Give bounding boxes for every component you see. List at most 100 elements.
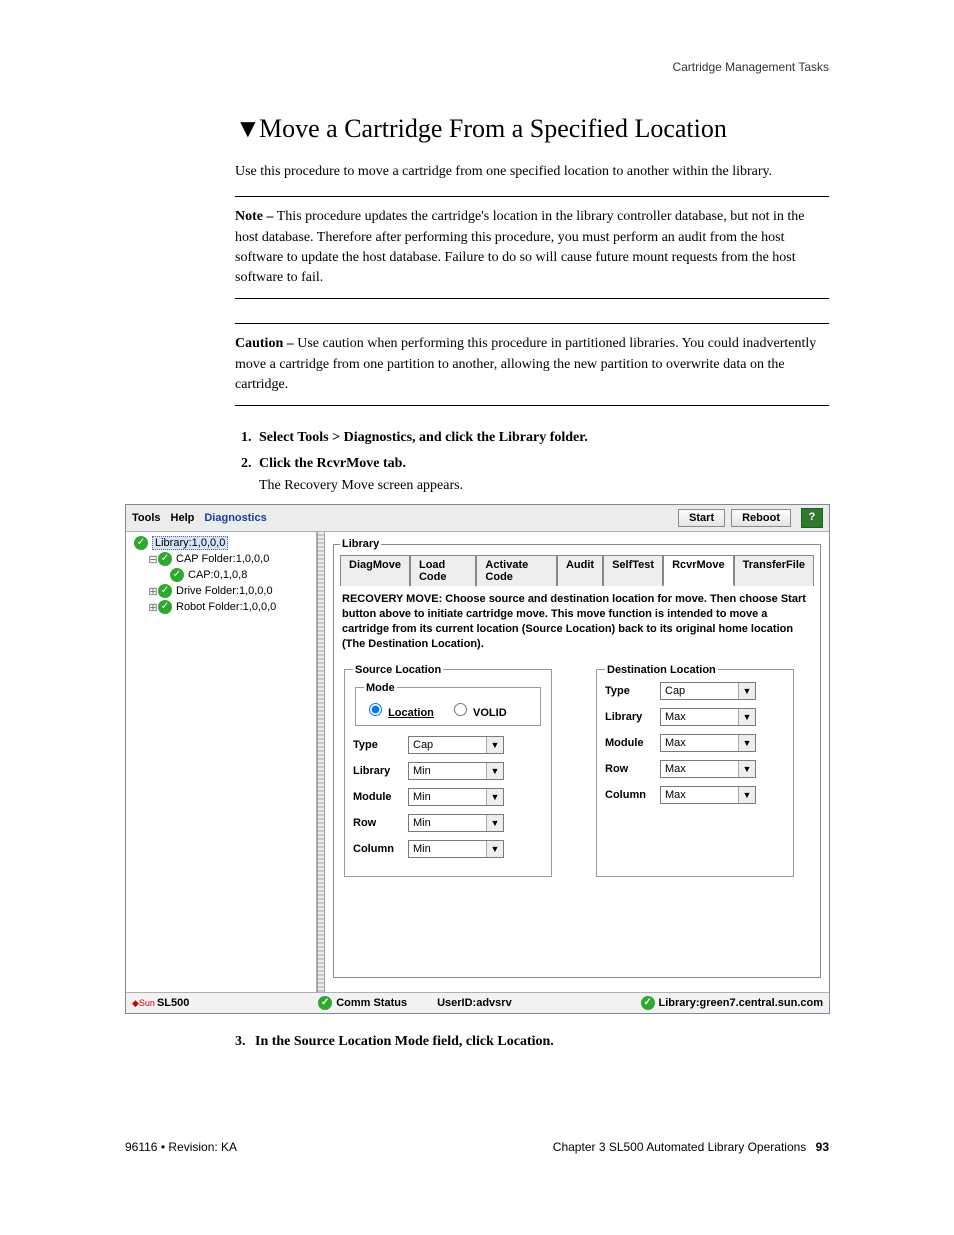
menu-diagnostics[interactable]: Diagnostics (204, 512, 266, 524)
help-button[interactable]: ? (801, 508, 823, 528)
chevron-down-icon: ▼ (486, 841, 503, 857)
src-type-value: Cap (413, 739, 433, 751)
tree-item-cap[interactable]: ✓ CAP:0,1,0,8 (130, 568, 312, 582)
step-3: 3.In the Source Location Mode field, cli… (125, 1034, 829, 1050)
library-fieldset: Library DiagMove Load Code Activate Code… (333, 538, 821, 978)
step-3-number: 3. (235, 1034, 255, 1050)
dst-module-label: Module (605, 737, 660, 749)
src-module-value: Min (413, 791, 431, 803)
check-icon: ✓ (318, 996, 332, 1010)
step-3-text: In the Source Location Mode field, click… (255, 1034, 554, 1049)
section-title: ▼Move a Cartridge From a Specified Locat… (125, 114, 829, 144)
radio-volid[interactable]: VOLID (449, 707, 507, 719)
tree-item-label: CAP:0,1,0,8 (188, 569, 247, 581)
step-list: Select Tools > Diagnostics, and click th… (125, 430, 829, 494)
src-row-value: Min (413, 817, 431, 829)
start-button[interactable]: Start (678, 509, 725, 527)
dst-module-combo[interactable]: Max▼ (660, 734, 756, 752)
radio-location-label: Location (388, 707, 434, 719)
section-marker-icon: ▼ (235, 114, 255, 144)
status-library-host: green7.central.sun.com (700, 997, 824, 1009)
radio-volid-label: VOLID (473, 707, 507, 719)
radio-volid-input[interactable] (454, 703, 467, 716)
source-location-fieldset: Source Location Mode Location VOLID Type… (344, 664, 552, 877)
reboot-button[interactable]: Reboot (731, 509, 791, 527)
src-module-combo[interactable]: Min▼ (408, 788, 504, 806)
intro-paragraph: Use this procedure to move a cartridge f… (125, 162, 829, 182)
check-icon: ✓ (170, 568, 184, 582)
chevron-down-icon: ▼ (486, 763, 503, 779)
tree-item-label: Drive Folder:1,0,0,0 (176, 585, 273, 597)
main-panel: Library DiagMove Load Code Activate Code… (325, 532, 829, 992)
menu-help[interactable]: Help (171, 512, 195, 524)
status-comm-text: Comm Status (336, 997, 407, 1009)
dst-row-value: Max (665, 763, 686, 775)
step-2-text: Click the RcvrMove tab. (259, 456, 406, 471)
tree-item-cap-folder[interactable]: ⊟ ✓ CAP Folder:1,0,0,0 (130, 552, 312, 566)
splitter-handle[interactable] (317, 532, 325, 992)
footer-page-number: 93 (816, 1140, 829, 1154)
footer-chapter: Chapter 3 SL500 Automated Library Operat… (553, 1140, 807, 1154)
src-module-label: Module (353, 791, 408, 803)
dst-library-combo[interactable]: Max ▼ (660, 708, 756, 726)
chevron-down-icon: ▼ (738, 735, 755, 751)
status-comm: ✓ Comm Status (318, 996, 407, 1010)
chevron-down-icon: ▼ (738, 683, 755, 699)
check-icon: ✓ (641, 996, 655, 1010)
tree-item-label: CAP Folder:1,0,0,0 (176, 553, 269, 565)
app-menubar: Tools Help Diagnostics Start Reboot ? (126, 505, 829, 532)
caution-box: Caution – Use caution when performing th… (235, 323, 829, 406)
status-product: ◆Sun SL500 (132, 997, 189, 1009)
menu-tools[interactable]: Tools (132, 512, 161, 524)
src-column-combo[interactable]: Min▼ (408, 840, 504, 858)
source-legend: Source Location (353, 664, 443, 676)
tree-item-library-label: Library:1,0,0,0 (152, 536, 228, 550)
tab-activatecode[interactable]: Activate Code (476, 555, 557, 586)
dst-type-combo[interactable]: Cap▼ (660, 682, 756, 700)
chevron-down-icon: ▼ (738, 709, 755, 725)
status-product-text: SL500 (157, 997, 189, 1009)
destination-location-fieldset: Destination Location TypeCap▼ LibraryMax… (596, 664, 794, 877)
tab-selftest[interactable]: SelfTest (603, 555, 663, 586)
app-screenshot: Tools Help Diagnostics Start Reboot ? ✓ … (125, 504, 830, 1014)
tab-diagmove[interactable]: DiagMove (340, 555, 410, 586)
check-icon: ✓ (134, 536, 148, 550)
dst-row-combo[interactable]: Max ▼ (660, 760, 756, 778)
status-bar: ◆Sun SL500 ✓ Comm Status UserID: advsrv … (126, 992, 829, 1013)
page-footer: 96116 • Revision: KA Chapter 3 SL500 Aut… (125, 1140, 829, 1154)
status-userid-value: advsrv (476, 997, 511, 1009)
status-userid: UserID: advsrv (437, 997, 512, 1009)
tab-rcvrmove[interactable]: RcvrMove (663, 555, 734, 586)
src-library-value: Min (413, 765, 431, 777)
note-label: Note – (235, 209, 274, 224)
radio-location-input[interactable] (369, 703, 382, 716)
radio-location[interactable]: Location (364, 707, 434, 719)
tree-expand-icon[interactable]: ⊟ (148, 553, 158, 566)
tree-item-drive-folder[interactable]: ⊞ ✓ Drive Folder:1,0,0,0 (130, 584, 312, 598)
sun-logo-icon: ◆Sun (132, 998, 155, 1009)
tab-bar: DiagMove Load Code Activate Code Audit S… (340, 554, 814, 586)
src-row-combo[interactable]: Min▼ (408, 814, 504, 832)
mode-fieldset: Mode Location VOLID (355, 682, 541, 726)
tab-loadcode[interactable]: Load Code (410, 555, 476, 586)
tree-item-library[interactable]: ✓ Library:1,0,0,0 (130, 536, 312, 550)
dst-column-combo[interactable]: Max ▼ (660, 786, 756, 804)
tab-transferfile[interactable]: TransferFile (734, 555, 814, 586)
src-type-combo[interactable]: Cap ▼ (408, 736, 504, 754)
dest-legend: Destination Location (605, 664, 718, 676)
tree-expand-icon[interactable]: ⊞ (148, 585, 158, 598)
dst-library-value: Max (665, 711, 686, 723)
dst-column-value: Max (665, 789, 686, 801)
src-library-label: Library (353, 765, 408, 777)
tab-audit[interactable]: Audit (557, 555, 603, 586)
step-1: Select Tools > Diagnostics, and click th… (255, 430, 829, 446)
chevron-down-icon: ▼ (738, 761, 755, 777)
dst-type-label: Type (605, 685, 660, 697)
src-library-combo[interactable]: Min ▼ (408, 762, 504, 780)
tree-item-robot-folder[interactable]: ⊞ ✓ Robot Folder:1,0,0,0 (130, 600, 312, 614)
src-column-label: Column (353, 843, 408, 855)
chevron-down-icon: ▼ (486, 737, 503, 753)
chevron-down-icon: ▼ (738, 787, 755, 803)
tree-expand-icon[interactable]: ⊞ (148, 601, 158, 614)
status-library-label: Library: (659, 997, 700, 1009)
